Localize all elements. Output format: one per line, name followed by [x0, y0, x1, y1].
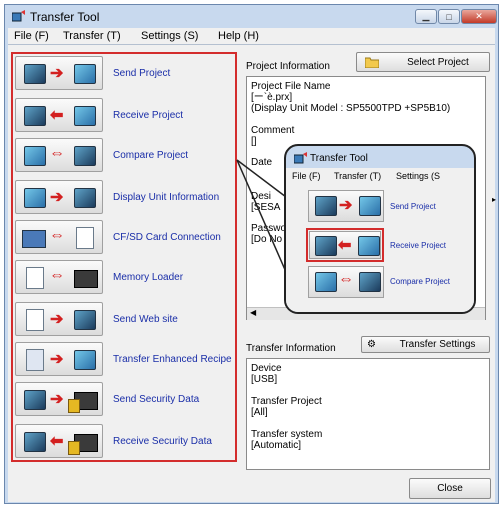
zoom-app-icon — [293, 152, 308, 164]
zoom-menu-settings: Settings (S — [396, 171, 441, 181]
zoom-receive-project-label: Receive Project — [390, 241, 447, 250]
display-unit-icon — [359, 272, 381, 292]
zoom-callout: Transfer Tool File (F) Transfer (T) Sett… — [284, 144, 476, 314]
arrow-both-icon: ⇔ — [338, 271, 354, 288]
zoom-title: Transfer Tool — [310, 153, 368, 164]
zoom-menu-transfer: Transfer (T) — [334, 171, 382, 181]
zoom-receive-project-button: ⬅ — [309, 231, 381, 259]
zoom-menu-file: File (F) — [292, 171, 321, 181]
pc-monitor-icon — [359, 196, 381, 216]
display-unit-icon — [315, 196, 337, 216]
zoom-compare-project-label: Compare Project — [390, 277, 451, 286]
arrow-right-icon: ➔ — [339, 197, 353, 214]
pc-monitor-icon — [358, 236, 380, 256]
zoom-send-project-label: Send Project — [390, 202, 436, 211]
arrow-left-icon: ⬅ — [338, 237, 352, 254]
display-unit-icon — [315, 236, 337, 256]
pc-monitor-icon — [315, 272, 337, 292]
zoom-compare-project-button: ⇔ — [308, 266, 384, 298]
zoom-send-project-button: ➔ — [308, 190, 384, 222]
